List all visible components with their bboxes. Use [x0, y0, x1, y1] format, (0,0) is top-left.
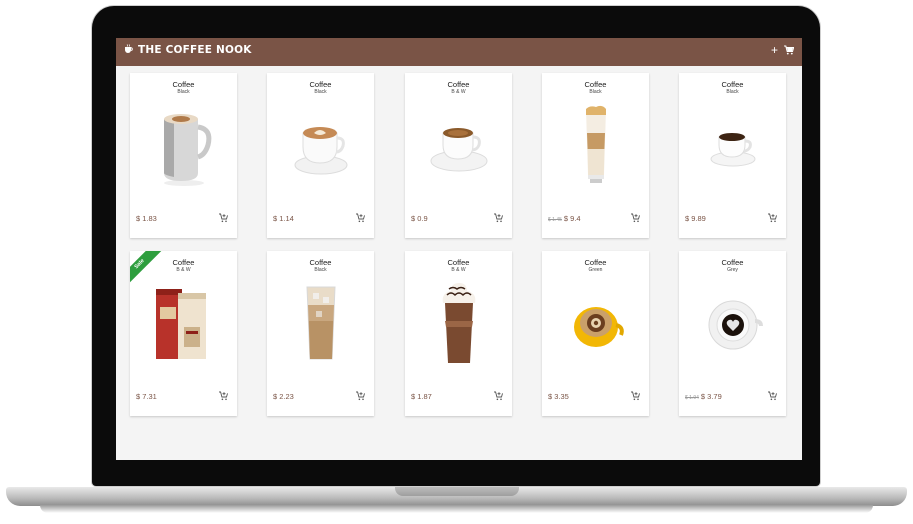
- product-card[interactable]: Coffee Black $ 2.23: [267, 251, 374, 416]
- product-variant: Green: [588, 267, 603, 273]
- product-name: Coffee: [584, 80, 607, 89]
- product-card[interactable]: Coffee Grey $ 1.94 $ 3.79: [679, 251, 786, 416]
- current-price: $ 1.83: [136, 214, 157, 223]
- product-price: $ 9.89: [685, 214, 706, 223]
- product-variant: Black: [177, 89, 190, 95]
- old-price: $ 1.94: [685, 395, 699, 401]
- product-price: $ 3.35: [548, 392, 569, 401]
- product-card[interactable]: Coffee Black $ 1.45 $ 9.4: [542, 73, 649, 238]
- app-screen: THE COFFEE NOOK + Coffee Black $ 1.83 Co…: [116, 38, 802, 460]
- current-price: $ 3.79: [700, 392, 722, 401]
- product-variant: Grey: [727, 267, 738, 273]
- current-price: $ 2.23: [273, 392, 294, 401]
- cup-latte-art-image[interactable]: [285, 103, 357, 189]
- add-to-cart-icon[interactable]: [219, 391, 228, 401]
- product-price: $ 1.45 $ 9.4: [548, 214, 581, 223]
- add-to-cart-icon[interactable]: [768, 213, 777, 223]
- coffee-cup-logo-icon: [125, 44, 133, 53]
- add-to-cart-icon[interactable]: [219, 213, 228, 223]
- product-price: $ 1.83: [136, 214, 157, 223]
- product-price: $ 1.87: [411, 392, 432, 401]
- product-card[interactable]: Coffee Green $ 3.35: [542, 251, 649, 416]
- product-card[interactable]: Coffee B & W $ 7.31 Sale: [130, 251, 237, 416]
- product-card[interactable]: Coffee B & W $ 1.87: [405, 251, 512, 416]
- app-bar: THE COFFEE NOOK +: [116, 38, 802, 66]
- add-to-cart-icon[interactable]: [631, 391, 640, 401]
- product-card[interactable]: Coffee Black $ 1.14: [267, 73, 374, 238]
- cup-saucer-image[interactable]: [423, 103, 495, 189]
- product-price: $ 7.31: [136, 392, 157, 401]
- product-variant: B & W: [176, 267, 191, 273]
- add-button[interactable]: +: [771, 43, 778, 57]
- product-variant: Black: [589, 89, 602, 95]
- product-name: Coffee: [584, 258, 607, 267]
- product-price: $ 0.9: [411, 214, 428, 223]
- product-variant: Black: [314, 267, 327, 273]
- current-price: $ 1.87: [411, 392, 432, 401]
- product-price: $ 2.23: [273, 392, 294, 401]
- current-price: $ 9.89: [685, 214, 706, 223]
- plus-icon: +: [770, 43, 778, 57]
- current-price: $ 9.4: [563, 214, 581, 223]
- product-price: $ 1.14: [273, 214, 294, 223]
- app-title: THE COFFEE NOOK: [138, 44, 252, 56]
- coffee-bags-image[interactable]: [148, 281, 220, 367]
- product-name: Coffee: [447, 258, 470, 267]
- add-to-cart-icon[interactable]: [494, 391, 503, 401]
- espresso-cup-image[interactable]: [697, 103, 769, 189]
- product-name: Coffee: [721, 80, 744, 89]
- yellow-cup-top-image[interactable]: [560, 281, 632, 367]
- cart-icon[interactable]: [784, 45, 794, 55]
- product-name: Coffee: [447, 80, 470, 89]
- add-to-cart-icon[interactable]: [494, 213, 503, 223]
- iced-coffee-glass-image[interactable]: [285, 281, 357, 367]
- latte-macchiato-glass-image[interactable]: [560, 103, 632, 189]
- product-name: Coffee: [721, 258, 744, 267]
- product-variant: B & W: [451, 89, 466, 95]
- product-price: $ 1.94 $ 3.79: [685, 392, 722, 401]
- product-name: Coffee: [309, 80, 332, 89]
- product-variant: B & W: [451, 267, 466, 273]
- add-to-cart-icon[interactable]: [768, 391, 777, 401]
- add-to-cart-icon[interactable]: [356, 391, 365, 401]
- product-card[interactable]: Coffee B & W $ 0.9: [405, 73, 512, 238]
- current-price: $ 0.9: [411, 214, 428, 223]
- black-coffee-heart-top-image[interactable]: [697, 281, 769, 367]
- add-to-cart-icon[interactable]: [356, 213, 365, 223]
- product-card[interactable]: Coffee Black $ 1.83: [130, 73, 237, 238]
- product-card[interactable]: Coffee Black $ 9.89: [679, 73, 786, 238]
- product-name: Coffee: [172, 80, 195, 89]
- current-price: $ 7.31: [136, 392, 157, 401]
- laptop-notch: [395, 487, 519, 496]
- product-name: Coffee: [309, 258, 332, 267]
- laptop-base-shadow: [40, 505, 873, 513]
- add-to-cart-icon[interactable]: [631, 213, 640, 223]
- mug-latte-art-image[interactable]: [148, 103, 220, 189]
- old-price: $ 1.45: [548, 217, 562, 223]
- product-variant: Black: [314, 89, 327, 95]
- frappe-cream-image[interactable]: [423, 281, 495, 367]
- current-price: $ 1.14: [273, 214, 294, 223]
- product-variant: Black: [726, 89, 739, 95]
- current-price: $ 3.35: [548, 392, 569, 401]
